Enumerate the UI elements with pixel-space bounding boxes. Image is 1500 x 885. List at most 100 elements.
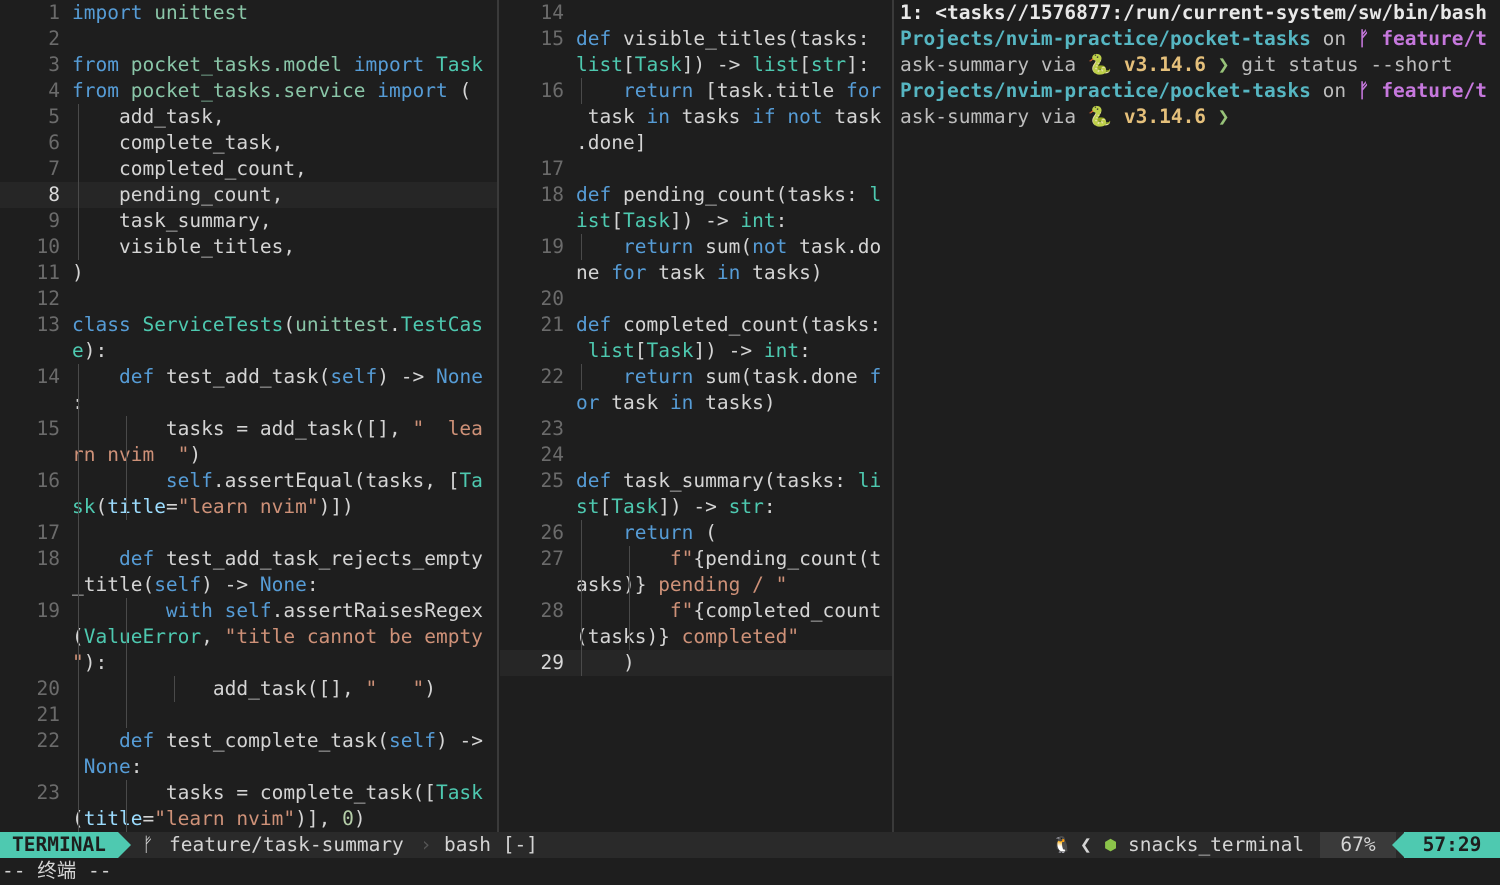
code-token: [ [799, 53, 811, 76]
window-separator[interactable] [497, 0, 499, 832]
code-line[interactable]: 4 from pocket_tasks.service import ( [0, 78, 497, 104]
code-line[interactable]: 5 add_task, [0, 104, 497, 130]
code-line[interactable]: (ValueError, "title cannot be empty [0, 624, 497, 650]
editor-pane-left[interactable]: 1 import unittest 2 3 from pocket_tasks.mode… [0, 0, 497, 832]
code-line[interactable]: 25 def task_summary(tasks: li [500, 468, 892, 494]
code-line[interactable]: 1 import unittest [0, 0, 497, 26]
code-line[interactable]: (title="learn nvim")], 0) [0, 806, 497, 832]
code-line[interactable]: 17 [500, 156, 892, 182]
code-token: ne [576, 261, 612, 284]
terminal-text: git status --short [1229, 53, 1453, 76]
code-token: return [622, 235, 694, 258]
code-line[interactable]: 29 ) [500, 650, 892, 676]
code-line[interactable]: 3 from pocket_tasks.model import Task [0, 52, 497, 78]
code-line[interactable]: 8 pending_count, [0, 182, 497, 208]
code-line[interactable]: 19 with self.assertRaisesRegex [0, 598, 497, 624]
code-line[interactable]: 17 [0, 520, 497, 546]
code-line[interactable]: 16 return [task.title for [500, 78, 892, 104]
code-line[interactable]: 20 [500, 286, 892, 312]
code-line[interactable]: 7 completed_count, [0, 156, 497, 182]
code-line[interactable]: 18 def pending_count(tasks: l [500, 182, 892, 208]
code-token: completed_count(tasks: [611, 313, 882, 336]
code-line[interactable]: 23 tasks = complete_task([Task [0, 780, 497, 806]
code-token: list [587, 339, 635, 362]
statusline: TERMINAL ᚠ feature/task-summary › bash [… [0, 832, 1500, 858]
code-line[interactable]: 27 f"{pending_count(t [500, 546, 892, 572]
code-line[interactable]: 18 def test_add_task_rejects_empty [0, 546, 497, 572]
code-token: title [83, 807, 143, 830]
code-line[interactable]: (tasks)} completed" [500, 624, 892, 650]
terminal-text: 🐍 v3.14.6 [1087, 53, 1207, 76]
window-separator[interactable] [892, 0, 894, 832]
line-number: 14 [36, 365, 60, 388]
terminal-text: on [1310, 27, 1358, 50]
code-line[interactable]: or task in tasks) [500, 390, 892, 416]
code-line[interactable]: st[Task]) -> str: [500, 494, 892, 520]
filetype-label: snacks_terminal [1128, 833, 1305, 856]
code-line[interactable]: 21 def completed_count(tasks: [500, 312, 892, 338]
indent-guide [126, 598, 127, 728]
terminal-pane[interactable]: 1: <tasks//1576877:/run/current-system/s… [895, 0, 1500, 832]
code-token: self [154, 573, 202, 596]
line-number: 13 [36, 313, 60, 336]
code-line[interactable]: 2 [0, 26, 497, 52]
command-line[interactable]: -- 终端 -- [0, 858, 1500, 885]
code-line[interactable]: list[Task]) -> list[str]: [500, 52, 892, 78]
code-token: = [142, 807, 155, 830]
code-token: .done] [576, 131, 647, 154]
line-number: 20 [36, 677, 60, 700]
code-line[interactable]: 14 [500, 0, 892, 26]
code-token: ( [283, 313, 296, 336]
code-token: in [646, 105, 670, 128]
code-token: sum( [693, 235, 753, 258]
editor-pane-middle[interactable]: 14 15 def visible_titles(tasks: list[Task])… [500, 0, 892, 832]
code-line[interactable]: 21 [0, 702, 497, 728]
code-line[interactable]: 11) [0, 260, 497, 286]
code-line[interactable]: asks)} pending / " [500, 572, 892, 598]
code-line[interactable]: sk(title="learn nvim")]) [0, 494, 497, 520]
code-line[interactable]: 26 return ( [500, 520, 892, 546]
code-line[interactable]: 23 [500, 416, 892, 442]
code-token: str [810, 53, 847, 76]
code-line[interactable]: list[Task]) -> int: [500, 338, 892, 364]
code-token: _title( [72, 573, 155, 596]
code-line[interactable]: 22 return sum(task.done f [500, 364, 892, 390]
code-line[interactable]: task in tasks if not task [500, 104, 892, 130]
code-text: import unittest [72, 0, 248, 26]
code-line[interactable]: 15 def visible_titles(tasks: [500, 26, 892, 52]
code-line[interactable]: 20 add_task([], " ") [0, 676, 497, 702]
line-number: 12 [36, 287, 60, 310]
code-line[interactable]: "): [0, 650, 497, 676]
code-text: f"{completed_count [576, 598, 881, 624]
code-line[interactable]: 16 self.assertEqual(tasks, [Ta [0, 468, 497, 494]
code-line[interactable]: e): [0, 338, 497, 364]
code-line[interactable]: 9 task_summary, [0, 208, 497, 234]
code-text: from pocket_tasks.model import Task [72, 52, 483, 78]
code-line[interactable]: ne for task in tasks) [500, 260, 892, 286]
code-line[interactable]: 24 [500, 442, 892, 468]
code-line[interactable]: 15 tasks = add_task([], " lea [0, 416, 497, 442]
code-line[interactable]: 28 f"{completed_count [500, 598, 892, 624]
code-line[interactable]: None: [0, 754, 497, 780]
code-token: task.do [787, 235, 882, 258]
code-line[interactable]: 13 class ServiceTests(unittest.TestCas [0, 312, 497, 338]
code-line[interactable]: 19 return sum(not task.do [500, 234, 892, 260]
code-line[interactable]: .done] [500, 130, 892, 156]
code-line[interactable]: 12 [0, 286, 497, 312]
code-line[interactable]: 10 visible_titles, [0, 234, 497, 260]
code-token: TestCas [400, 313, 483, 336]
code-line[interactable]: : [0, 390, 497, 416]
code-line[interactable]: rn nvim ") [0, 442, 497, 468]
code-line[interactable]: ist[Task]) -> int: [500, 208, 892, 234]
code-line[interactable]: 22 def test_complete_task(self) -> [0, 728, 497, 754]
code-text: task_summary, [72, 208, 272, 234]
code-token: tasks) [740, 261, 823, 284]
code-line[interactable]: 14 def test_add_task(self) -> None [0, 364, 497, 390]
code-line[interactable]: 6 complete_task, [0, 130, 497, 156]
code-line[interactable]: _title(self) -> None: [0, 572, 497, 598]
